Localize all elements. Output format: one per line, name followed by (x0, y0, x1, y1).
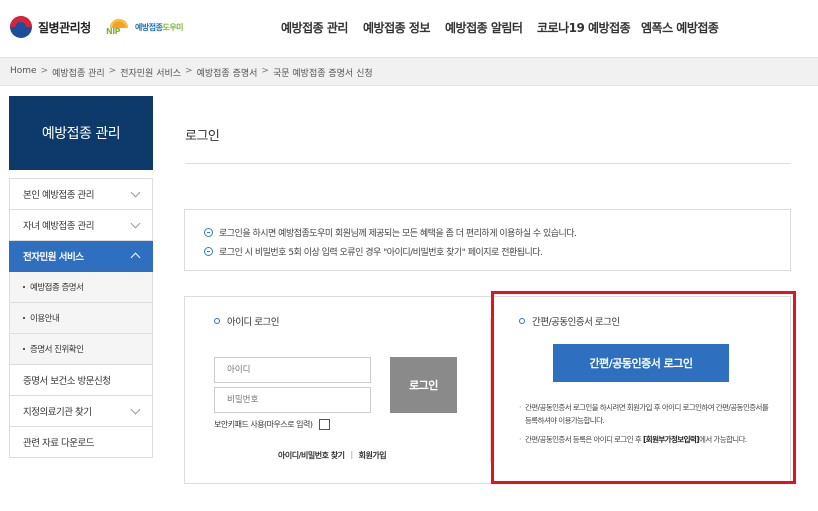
chevron-down-icon (130, 218, 141, 229)
kdca-logo-text: 질병관리청 (38, 20, 91, 35)
bullet-icon (23, 286, 25, 288)
sidebar-item-label: 본인 예방접종 관리 (23, 190, 94, 201)
sidebar-subitem-label: 증명서 진위확인 (30, 345, 84, 355)
signup-link[interactable]: 회원가입 (359, 450, 387, 461)
sun-icon: NIP (106, 14, 132, 40)
notice-item: 로그인을 하시면 예방접종도우미 회원님께 제공되는 모든 혜택을 좀 더 편리… (204, 226, 577, 239)
bullet-icon (23, 317, 25, 319)
sidebar-subitem-certificate[interactable]: 예방접종 증명서 (9, 272, 153, 303)
chevron-up-icon (130, 252, 141, 263)
cert-login-button[interactable]: 간편/공동인증서 로그인 (553, 344, 729, 382)
sidebar-subitem-label: 예방접종 증명서 (30, 283, 84, 293)
cert-login-note: 간편/공동인증서 로그인을 하시려면 회원가입 후 아이디 로그인하여 간편/공… (519, 401, 769, 427)
speech-bubble-icon (204, 228, 213, 237)
cert-login-title: 간편/공동인증서 로그인 (519, 314, 620, 328)
account-links: 아이디/비밀번호 찾기 | 회원가입 (278, 450, 387, 461)
notice-item: 로그인 시 비밀번호 5회 이상 입력 오류인 경우 "아이디/비밀번호 찾기"… (204, 245, 543, 258)
breadcrumb: Home > 예방접종 관리 > 전자민원 서비스 > 예방접종 증명서 > 국… (10, 66, 373, 79)
nip-logo[interactable]: NIP 예방접종도우미 (106, 14, 184, 40)
security-keypad-checkbox[interactable] (318, 419, 330, 430)
login-box: 아이디 로그인 로그인 보안키패드 사용(마우스로 입력) 아이디/비밀번호 찾… (184, 296, 791, 484)
notice-box: 로그인을 하시면 예방접종도우미 회원님께 제공되는 모든 혜택을 좀 더 편리… (184, 209, 791, 271)
nav-item-vaccination-management[interactable]: 예방접종 관리 (281, 19, 348, 36)
notice-text: 로그인을 하시면 예방접종도우미 회원님께 제공되는 모든 혜택을 좀 더 편리… (219, 229, 577, 239)
kdca-logo[interactable]: 질병관리청 (10, 16, 91, 38)
sidebar-item-e-civil-service[interactable]: 전자민원 서비스 (9, 241, 153, 272)
id-input[interactable] (214, 357, 371, 383)
nav-item-covid19[interactable]: 코로나19 예방접종 (537, 19, 631, 36)
sidebar-item-my-vaccination[interactable]: 본인 예방접종 관리 (9, 179, 153, 210)
breadcrumb-current[interactable]: 국문 예방접종 증명서 신청 (273, 66, 373, 79)
circle-bullet-icon (519, 318, 525, 324)
security-keypad-option: 보안키패드 사용(마우스로 입력) (214, 419, 330, 430)
sidebar-item-child-vaccination[interactable]: 자녀 예방접종 관리 (9, 210, 153, 241)
sidebar-subitem-guide[interactable]: 이용안내 (9, 303, 153, 334)
sidebar-item-label: 지정의료기관 찾기 (23, 407, 92, 418)
taegeuk-icon (10, 16, 32, 38)
sidebar-item-health-center-visit[interactable]: 증명서 보건소 방문신청 (9, 365, 153, 396)
sidebar-menu: 본인 예방접종 관리 자녀 예방접종 관리 전자민원 서비스 예방접종 증명서 … (9, 178, 153, 458)
circle-bullet-icon (214, 318, 220, 324)
security-keypad-label: 보안키패드 사용(마우스로 입력) (214, 420, 313, 429)
breadcrumb-item[interactable]: 예방접종 증명서 (197, 66, 258, 79)
login-button[interactable]: 로그인 (390, 357, 457, 413)
speech-bubble-icon (204, 247, 213, 256)
sidebar-item-label: 전자민원 서비스 (23, 252, 84, 263)
bullet-icon (23, 348, 25, 350)
site-header: 질병관리청 NIP 예방접종도우미 예방접종 관리 예방접종 정보 예방접종 알… (0, 0, 818, 57)
id-login-title: 아이디 로그인 (214, 314, 279, 328)
notice-text: 로그인 시 비밀번호 5회 이상 입력 오류인 경우 "아이디/비밀번호 찾기"… (219, 248, 543, 258)
sidebar-subitem-label: 이용안내 (30, 314, 60, 324)
divider (185, 163, 791, 164)
sidebar-item-label: 자녀 예방접종 관리 (23, 221, 94, 232)
breadcrumb-item[interactable]: 전자민원 서비스 (120, 66, 181, 79)
page-title: 로그인 (185, 129, 220, 144)
nip-logo-text: 예방접종도우미 (135, 22, 184, 32)
sidebar-item-find-clinic[interactable]: 지정의료기관 찾기 (9, 396, 153, 427)
find-id-password-link[interactable]: 아이디/비밀번호 찾기 (278, 450, 345, 461)
sidebar-subitem-verify[interactable]: 증명서 진위확인 (9, 334, 153, 365)
sidebar-item-label: 증명서 보건소 방문신청 (23, 376, 111, 387)
nav-item-vaccination-alerts[interactable]: 예방접종 알림터 (445, 19, 523, 36)
member-info-menu-name: [회원부가정보입력] (642, 435, 700, 444)
breadcrumb-home[interactable]: Home (10, 66, 37, 79)
password-input[interactable] (214, 387, 371, 413)
cert-login-note: 간편/공동인증서 등록은 아이디 로그인 후 [회원부가정보입력]에서 가능합니… (519, 433, 769, 446)
chevron-down-icon (130, 187, 141, 198)
chevron-down-icon (130, 404, 141, 415)
breadcrumb-separator: > (108, 66, 117, 76)
sidebar-title: 예방접종 관리 (9, 96, 153, 170)
sidebar-item-downloads[interactable]: 관련 자료 다운로드 (9, 427, 153, 458)
breadcrumb-item[interactable]: 예방접종 관리 (52, 66, 105, 79)
link-separator: | (350, 450, 353, 459)
section-divider (490, 319, 491, 463)
breadcrumb-bar: Home > 예방접종 관리 > 전자민원 서비스 > 예방접종 증명서 > 국… (0, 57, 818, 86)
breadcrumb-separator: > (185, 66, 193, 76)
breadcrumb-separator: > (261, 66, 269, 76)
sidebar-item-label: 관련 자료 다운로드 (23, 438, 94, 449)
nav-item-mpox[interactable]: 엠폭스 예방접종 (641, 19, 719, 36)
breadcrumb-separator: > (40, 66, 49, 76)
nav-item-vaccination-info[interactable]: 예방접종 정보 (363, 19, 430, 36)
